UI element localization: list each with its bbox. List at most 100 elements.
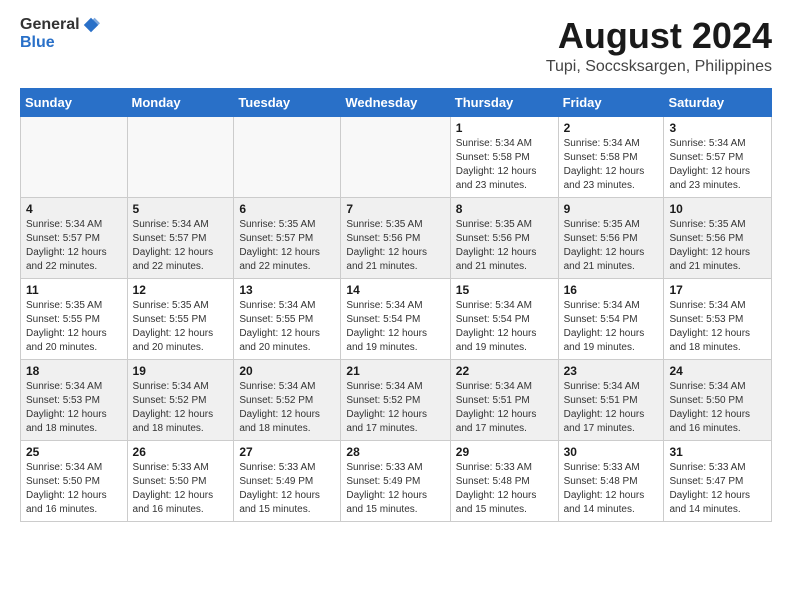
calendar-cell (341, 116, 450, 197)
day-info: Sunrise: 5:35 AM Sunset: 5:56 PM Dayligh… (456, 218, 553, 274)
calendar-cell: 27Sunrise: 5:33 AM Sunset: 5:49 PM Dayli… (234, 440, 341, 521)
calendar-cell: 5Sunrise: 5:34 AM Sunset: 5:57 PM Daylig… (127, 197, 234, 278)
header: General Blue August 2024 Tupi, Soccsksar… (20, 16, 772, 76)
day-info: Sunrise: 5:34 AM Sunset: 5:50 PM Dayligh… (669, 380, 766, 436)
day-number: 7 (346, 202, 444, 216)
day-number: 1 (456, 121, 553, 135)
day-info: Sunrise: 5:34 AM Sunset: 5:57 PM Dayligh… (133, 218, 229, 274)
calendar-cell: 24 Sunrise: 5:34 AM Sunset: 5:50 PM Dayli… (664, 359, 772, 440)
day-number: 10 (669, 202, 766, 216)
calendar-cell: 22Sunrise: 5:34 AM Sunset: 5:51 PM Dayli… (450, 359, 558, 440)
day-number: 14 (346, 283, 444, 297)
day-number: 12 (133, 283, 229, 297)
day-info: Sunrise: 5:34 AM Sunset: 5:58 PM Dayligh… (564, 137, 659, 193)
day-number: 20 (239, 364, 335, 378)
day-number: 31 (669, 445, 766, 459)
weekday-header: Wednesday (341, 88, 450, 116)
day-info: Sunrise: 5:35 AM Sunset: 5:56 PM Dayligh… (346, 218, 444, 274)
day-info: Sunrise: 5:34 AM Sunset: 5:54 PM Dayligh… (564, 299, 659, 355)
day-info: Sunrise: 5:34 AM Sunset: 5:52 PM Dayligh… (239, 380, 335, 436)
day-number: 13 (239, 283, 335, 297)
calendar-cell: 8Sunrise: 5:35 AM Sunset: 5:56 PM Daylig… (450, 197, 558, 278)
calendar-cell: 2 Sunrise: 5:34 AM Sunset: 5:58 PM Daylig… (558, 116, 664, 197)
day-info: Sunrise: 5:35 AM Sunset: 5:55 PM Dayligh… (133, 299, 229, 355)
day-number: 24 (669, 364, 766, 378)
day-info: Sunrise: 5:34 AM Sunset: 5:57 PM Dayligh… (26, 218, 122, 274)
day-info: Sunrise: 5:34 AM Sunset: 5:53 PM Dayligh… (669, 299, 766, 355)
logo-general-text: General (20, 16, 80, 34)
weekday-header: Thursday (450, 88, 558, 116)
calendar-week-row: 11 Sunrise: 5:35 AM Sunset: 5:55 PM Dayli… (21, 278, 772, 359)
calendar-cell: 20 Sunrise: 5:34 AM Sunset: 5:52 PM Dayli… (234, 359, 341, 440)
day-number: 30 (564, 445, 659, 459)
calendar-cell: 3Sunrise: 5:34 AM Sunset: 5:57 PM Daylig… (664, 116, 772, 197)
calendar-cell: 1 Sunrise: 5:34 AM Sunset: 5:58 PM Daylig… (450, 116, 558, 197)
calendar-week-row: 18 Sunrise: 5:34 AM Sunset: 5:53 PM Dayli… (21, 359, 772, 440)
day-info: Sunrise: 5:34 AM Sunset: 5:54 PM Dayligh… (456, 299, 553, 355)
calendar-cell: 31 Sunrise: 5:33 AM Sunset: 5:47 PM Dayli… (664, 440, 772, 521)
calendar-cell: 30 Sunrise: 5:33 AM Sunset: 5:48 PM Dayli… (558, 440, 664, 521)
calendar-cell: 15 Sunrise: 5:34 AM Sunset: 5:54 PM Dayli… (450, 278, 558, 359)
calendar-cell: 19 Sunrise: 5:34 AM Sunset: 5:52 PM Dayli… (127, 359, 234, 440)
calendar-cell (234, 116, 341, 197)
day-number: 16 (564, 283, 659, 297)
day-info: Sunrise: 5:34 AM Sunset: 5:53 PM Dayligh… (26, 380, 122, 436)
calendar-cell: 26 Sunrise: 5:33 AM Sunset: 5:50 PM Dayli… (127, 440, 234, 521)
day-number: 25 (26, 445, 122, 459)
day-info: Sunrise: 5:33 AM Sunset: 5:50 PM Dayligh… (133, 461, 229, 517)
calendar-cell: 23 Sunrise: 5:34 AM Sunset: 5:51 PM Dayli… (558, 359, 664, 440)
calendar-cell: 7 Sunrise: 5:35 AM Sunset: 5:56 PM Daylig… (341, 197, 450, 278)
page: General Blue August 2024 Tupi, Soccsksar… (0, 0, 792, 538)
day-info: Sunrise: 5:34 AM Sunset: 5:50 PM Dayligh… (26, 461, 122, 517)
calendar-cell: 25 Sunrise: 5:34 AM Sunset: 5:50 PM Dayli… (21, 440, 128, 521)
calendar-cell: 13 Sunrise: 5:34 AM Sunset: 5:55 PM Dayli… (234, 278, 341, 359)
day-info: Sunrise: 5:34 AM Sunset: 5:58 PM Dayligh… (456, 137, 553, 193)
logo-icon (82, 16, 100, 34)
weekday-header: Friday (558, 88, 664, 116)
month-title: August 2024 (546, 16, 772, 56)
calendar-cell: 6 Sunrise: 5:35 AM Sunset: 5:57 PM Daylig… (234, 197, 341, 278)
calendar-cell: 10Sunrise: 5:35 AM Sunset: 5:56 PM Dayli… (664, 197, 772, 278)
calendar-cell: 4 Sunrise: 5:34 AM Sunset: 5:57 PM Daylig… (21, 197, 128, 278)
day-info: Sunrise: 5:34 AM Sunset: 5:51 PM Dayligh… (564, 380, 659, 436)
calendar-cell: 11Sunrise: 5:35 AM Sunset: 5:55 PM Dayli… (21, 278, 128, 359)
day-number: 26 (133, 445, 229, 459)
weekday-header: Saturday (664, 88, 772, 116)
day-number: 28 (346, 445, 444, 459)
weekday-header: Sunday (21, 88, 128, 116)
day-number: 18 (26, 364, 122, 378)
day-number: 9 (564, 202, 659, 216)
calendar-cell: 16 Sunrise: 5:34 AM Sunset: 5:54 PM Dayli… (558, 278, 664, 359)
day-number: 21 (346, 364, 444, 378)
day-number: 23 (564, 364, 659, 378)
calendar-cell: 18 Sunrise: 5:34 AM Sunset: 5:53 PM Dayli… (21, 359, 128, 440)
day-number: 15 (456, 283, 553, 297)
day-info: Sunrise: 5:34 AM Sunset: 5:55 PM Dayligh… (239, 299, 335, 355)
calendar-cell (21, 116, 128, 197)
calendar-week-row: 25 Sunrise: 5:34 AM Sunset: 5:50 PM Dayli… (21, 440, 772, 521)
weekday-header: Tuesday (234, 88, 341, 116)
day-info: Sunrise: 5:35 AM Sunset: 5:57 PM Dayligh… (239, 218, 335, 274)
calendar-week-row: 4 Sunrise: 5:34 AM Sunset: 5:57 PM Daylig… (21, 197, 772, 278)
day-info: Sunrise: 5:34 AM Sunset: 5:51 PM Dayligh… (456, 380, 553, 436)
weekday-header: Monday (127, 88, 234, 116)
day-number: 2 (564, 121, 659, 135)
day-number: 19 (133, 364, 229, 378)
title-area: August 2024 Tupi, Soccsksargen, Philippi… (546, 16, 772, 76)
calendar-cell: 9Sunrise: 5:35 AM Sunset: 5:56 PM Daylig… (558, 197, 664, 278)
logo: General Blue (20, 16, 100, 52)
calendar-cell: 28 Sunrise: 5:33 AM Sunset: 5:49 PM Dayli… (341, 440, 450, 521)
day-number: 4 (26, 202, 122, 216)
calendar-header-row: SundayMondayTuesdayWednesdayThursdayFrid… (21, 88, 772, 116)
day-info: Sunrise: 5:33 AM Sunset: 5:49 PM Dayligh… (239, 461, 335, 517)
day-number: 11 (26, 283, 122, 297)
calendar-cell: 21 Sunrise: 5:34 AM Sunset: 5:52 PM Dayli… (341, 359, 450, 440)
day-info: Sunrise: 5:33 AM Sunset: 5:48 PM Dayligh… (564, 461, 659, 517)
calendar-cell: 12 Sunrise: 5:35 AM Sunset: 5:55 PM Dayli… (127, 278, 234, 359)
day-number: 6 (239, 202, 335, 216)
location-title: Tupi, Soccsksargen, Philippines (546, 58, 772, 76)
day-info: Sunrise: 5:34 AM Sunset: 5:52 PM Dayligh… (133, 380, 229, 436)
day-info: Sunrise: 5:34 AM Sunset: 5:52 PM Dayligh… (346, 380, 444, 436)
day-info: Sunrise: 5:33 AM Sunset: 5:49 PM Dayligh… (346, 461, 444, 517)
day-info: Sunrise: 5:33 AM Sunset: 5:47 PM Dayligh… (669, 461, 766, 517)
